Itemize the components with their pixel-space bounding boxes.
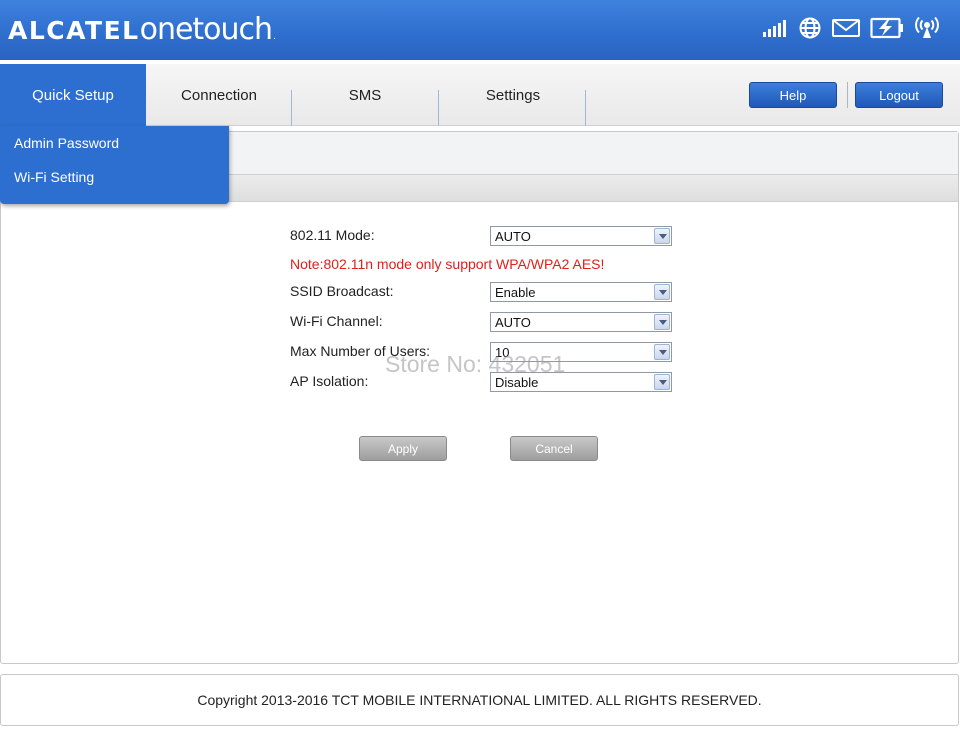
button-divider [847, 82, 848, 108]
wifi-channel-select[interactable]: AUTO [490, 312, 672, 332]
logout-button[interactable]: Logout [855, 82, 943, 108]
nav-separator [438, 90, 439, 126]
ssid-broadcast-value: Enable [495, 285, 536, 300]
nav-separator [585, 90, 586, 126]
chevron-down-icon [654, 314, 670, 330]
tab-settings[interactable]: Settings [440, 64, 586, 126]
wifi-channel-label: Wi-Fi Channel: [290, 313, 383, 329]
ssid-broadcast-select[interactable]: Enable [490, 282, 672, 302]
menu-item-admin-password[interactable]: Admin Password [14, 135, 119, 151]
status-icons [762, 16, 940, 43]
quick-setup-dropdown: Admin Password Wi-Fi Setting [0, 126, 229, 204]
alcatel-onetouch-logo: ALCATEL onetouch . [8, 12, 276, 48]
cancel-button[interactable]: Cancel [510, 436, 598, 461]
logo-mark: . [273, 31, 276, 42]
globe-icon [798, 16, 822, 43]
footer: Copyright 2013-2016 TCT MOBILE INTERNATI… [0, 674, 959, 726]
tab-quick-setup[interactable]: Quick Setup [0, 64, 146, 126]
copyright-text: Copyright 2013-2016 TCT MOBILE INTERNATI… [197, 692, 762, 708]
apply-button[interactable]: Apply [359, 436, 447, 461]
mode-note: Note:802.11n mode only support WPA/WPA2 … [290, 256, 605, 272]
chevron-down-icon [654, 284, 670, 300]
main-nav: Quick Setup Connection SMS Settings Help… [0, 64, 960, 126]
content-panel [0, 131, 959, 664]
ssid-broadcast-label: SSID Broadcast: [290, 283, 394, 299]
mode-select[interactable]: AUTO [490, 226, 672, 246]
ap-isolation-label: AP Isolation: [290, 373, 369, 389]
tab-connection[interactable]: Connection [146, 64, 292, 126]
chevron-down-icon [654, 344, 670, 360]
app-header: ALCATEL onetouch . [0, 0, 960, 60]
chevron-down-icon [654, 228, 670, 244]
help-button[interactable]: Help [749, 82, 837, 108]
signal-icon [762, 18, 788, 41]
wifi-icon [914, 16, 940, 43]
logo-brand-bold: ALCATEL [8, 16, 140, 45]
tab-sms[interactable]: SMS [292, 64, 438, 126]
mode-label: 802.11 Mode: [290, 227, 375, 243]
logo-brand-light: onetouch [139, 12, 273, 47]
wifi-channel-value: AUTO [495, 315, 531, 330]
menu-item-wifi-setting[interactable]: Wi-Fi Setting [14, 169, 94, 185]
battery-charging-icon [870, 17, 904, 42]
mail-icon [832, 18, 860, 41]
chevron-down-icon [654, 374, 670, 390]
store-watermark: Store No: 432051 [385, 351, 566, 377]
mode-select-value: AUTO [495, 229, 531, 244]
